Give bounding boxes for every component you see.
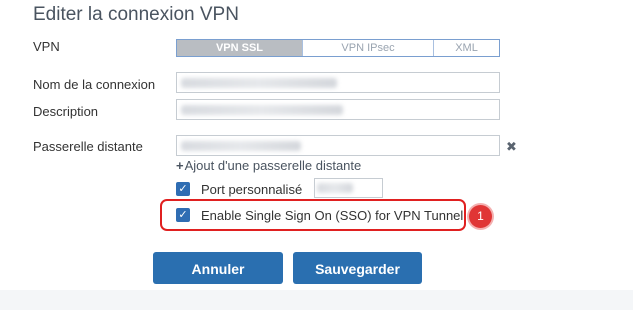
redacted-value (181, 141, 301, 151)
custom-port-checkbox[interactable]: ✓ (176, 182, 190, 196)
plus-icon: + (176, 158, 184, 173)
description-label: Description (33, 104, 99, 119)
remote-gateway-label: Passerelle distante (33, 139, 143, 154)
check-icon: ✓ (178, 209, 188, 221)
cancel-button[interactable]: Annuler (153, 252, 283, 284)
vpn-type-label: VPN (33, 39, 60, 54)
dialog-footer (0, 290, 633, 310)
redacted-value (181, 78, 337, 88)
connection-name-input[interactable] (176, 72, 500, 93)
vpn-type-xml-option[interactable]: XML (434, 40, 499, 56)
redacted-value (317, 183, 353, 193)
dialog-title: Editer la connexion VPN (33, 4, 239, 25)
sso-label: Enable Single Sign On (SSO) for VPN Tunn… (201, 208, 464, 223)
vpn-type-ipsec-option[interactable]: VPN IPsec (303, 40, 434, 56)
connection-name-label: Nom de la connexion (33, 77, 156, 92)
add-gateway-text: Ajout d'une passerelle distante (184, 158, 362, 173)
redacted-value (181, 105, 343, 115)
remote-gateway-input[interactable] (176, 135, 500, 156)
description-input[interactable] (176, 99, 500, 120)
vpn-type-ssl-option[interactable]: VPN SSL (177, 40, 303, 56)
sso-checkbox[interactable]: ✓ (176, 208, 190, 222)
save-button[interactable]: Sauvegarder (293, 252, 422, 284)
close-icon[interactable]: ✖ (506, 139, 517, 155)
custom-port-label: Port personnalisé (201, 182, 303, 197)
vpn-edit-dialog: Editer la connexion VPN VPN VPN SSL VPN … (0, 0, 633, 310)
add-gateway-link[interactable]: +Ajout d'une passerelle distante (176, 158, 361, 173)
annotation-badge: 1 (469, 205, 492, 228)
vpn-type-selector: VPN SSL VPN IPsec XML (176, 39, 500, 57)
custom-port-input[interactable] (314, 178, 383, 198)
check-icon: ✓ (178, 183, 188, 195)
